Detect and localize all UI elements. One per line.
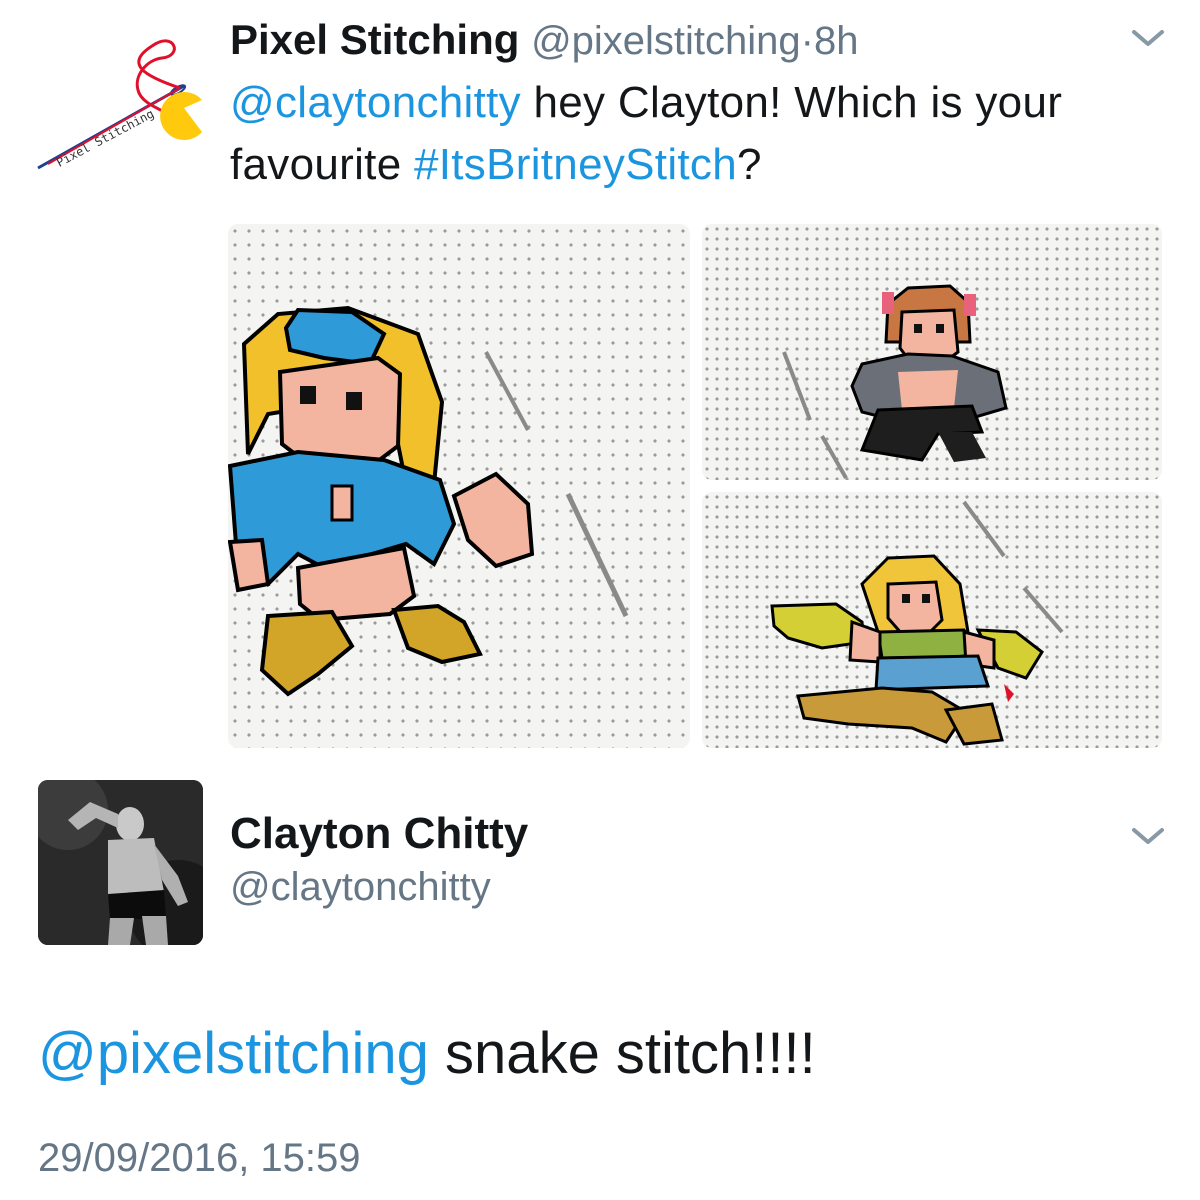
author-handle[interactable]: @pixelstitching [531,19,801,63]
reply-timestamp[interactable]: 29/09/2016, 15:59 [38,1132,361,1184]
tweet-thread: Pixel Stitching Pixel Stitching @pixelst… [0,0,1200,1200]
separator: · [800,19,814,63]
logo-text: Pixel Stitching [54,107,156,170]
tweet-end: ? [737,140,762,189]
reply-author-name[interactable]: Clayton Chitty [230,808,528,860]
clayton-chitty-avatar[interactable] [38,780,203,945]
pixel-stitching-logo: Pixel Stitching [37,39,202,170]
tweet-text: @claytonchitty hey Clayton! Which is you… [230,72,1160,196]
profile-photo [38,780,203,945]
author-name[interactable]: Pixel Stitching [230,16,519,63]
reply-author-handle[interactable]: @claytonchitty [230,862,491,912]
chevron-down-icon[interactable] [1128,822,1168,850]
mention-link[interactable]: @claytonchitty [230,78,521,127]
hashtag-link[interactable]: #ItsBritneyStitch [414,140,737,189]
chevron-down-icon[interactable] [1128,24,1168,52]
reply-text: @pixelstitching snake stitch!!!! [38,1018,1158,1090]
tweet-header: Pixel Stitching @pixelstitching·8h [230,14,1130,66]
pixel-stitching-avatar[interactable]: Pixel Stitching [34,16,206,188]
reply-body: snake stitch!!!! [428,1021,816,1086]
cross-stitch-snake-outfit-photo[interactable] [702,492,1162,748]
tweet-time[interactable]: 8h [814,19,859,63]
cross-stitch-black-outfit-photo[interactable] [702,224,1162,480]
reply-mention-link[interactable]: @pixelstitching [38,1021,429,1086]
cross-stitch-blue-outfit-photo[interactable] [228,224,690,748]
